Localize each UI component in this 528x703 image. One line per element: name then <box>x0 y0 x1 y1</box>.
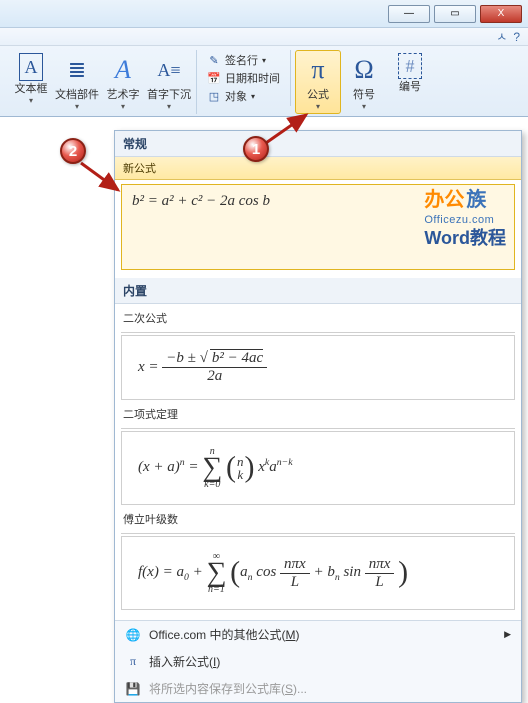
omega-icon: Ω <box>347 53 381 87</box>
quickparts-button[interactable]: ≣ 文档部件 ▾ <box>54 50 100 114</box>
quickparts-label: 文档部件 <box>55 89 99 102</box>
pi-icon: π <box>125 654 141 670</box>
footer-insert-new[interactable]: π 插入新公式(I) <box>115 648 521 675</box>
ribbon-help-row: ㅅ ? <box>0 28 528 46</box>
textbox-icon: A <box>19 53 43 81</box>
window-titlebar: — ▭ X <box>0 0 528 28</box>
symbol-label: 符号 <box>353 89 375 102</box>
chevron-down-icon: ▾ <box>362 102 366 111</box>
calendar-icon: 📅 <box>207 71 221 85</box>
datetime-button[interactable]: 📅 日期和时间 <box>207 70 280 86</box>
globe-icon: 🌐 <box>125 627 141 643</box>
section-binomial-label: 二项式定理 <box>123 406 513 422</box>
watermark-text1b: 族 <box>466 189 486 211</box>
symbol-button[interactable]: Ω 符号 ▾ <box>341 50 387 114</box>
section-quadratic-label: 二次公式 <box>123 310 513 326</box>
textbox-button[interactable]: A 文本框 ▾ <box>8 50 54 114</box>
chevron-down-icon: ▾ <box>121 102 125 111</box>
footer-office-more[interactable]: 🌐 Office.com 中的其他公式(M) ▶ <box>115 621 521 648</box>
callout-2: 2 <box>60 138 86 164</box>
watermark-text3: Word教程 <box>424 229 506 247</box>
callout-2-arrow <box>76 158 126 198</box>
ribbon-group-symbols: π 公式 ▾ Ω 符号 ▾ # 编号 <box>291 50 437 114</box>
watermark-text2: Officezu.com <box>424 211 506 229</box>
wordart-label: 艺术字 <box>107 89 140 102</box>
ribbon-group-textextras: ✎签名行▾ 📅日期和时间 ◳对象▾ <box>197 50 291 106</box>
object-button[interactable]: ◳对象▾ <box>207 88 280 104</box>
window-minimize-button[interactable]: — <box>388 5 430 23</box>
textbox-label: 文本框 <box>15 83 48 96</box>
dropdown-header-general: 常规 <box>115 131 521 157</box>
chevron-down-icon: ▾ <box>167 102 171 111</box>
footer-insert-label: 插入新公式(I) <box>149 653 220 670</box>
object-icon: ◳ <box>207 89 221 103</box>
dropcap-button[interactable]: A≡ 首字下沉 ▾ <box>146 50 192 114</box>
wordart-icon: A <box>106 53 140 87</box>
number-icon: # <box>398 53 422 79</box>
new-equation-item[interactable]: b² = a² + c² − 2a cos b 办公族 Officezu.com… <box>121 184 515 270</box>
footer-save-label: 将所选内容保存到公式库(S)... <box>149 680 307 697</box>
datetime-label: 日期和时间 <box>225 70 280 86</box>
pi-icon: π <box>301 53 335 87</box>
dropcap-label: 首字下沉 <box>147 89 191 102</box>
ribbon-collapse-icon[interactable]: ㅅ <box>496 28 507 45</box>
dropdown-header-builtin: 内置 <box>115 278 521 304</box>
signature-icon: ✎ <box>207 53 221 67</box>
fourier-formula: f(x) = a0 + ∞ ∑ n=1 (an cos nπxL + bn si… <box>138 564 408 580</box>
section-fourier-label: 傅立叶级数 <box>123 511 513 527</box>
window-maximize-button[interactable]: ▭ <box>434 5 476 23</box>
equation-button[interactable]: π 公式 ▾ <box>295 50 341 114</box>
callout-1: 1 <box>243 136 269 162</box>
number-label: 编号 <box>399 81 421 94</box>
equation-dropdown: 常规 新公式 b² = a² + c² − 2a cos b 办公族 Offic… <box>114 130 522 703</box>
save-gallery-icon: 💾 <box>125 681 141 697</box>
signature-label: 签名行 <box>225 52 258 68</box>
quickparts-icon: ≣ <box>60 53 94 87</box>
dropdown-footer: 🌐 Office.com 中的其他公式(M) ▶ π 插入新公式(I) 💾 将所… <box>115 620 521 702</box>
chevron-down-icon: ▾ <box>75 102 79 111</box>
number-button[interactable]: # 编号 <box>387 50 433 114</box>
chevron-down-icon: ▾ <box>29 96 33 105</box>
equation-item-quadratic[interactable]: x = −b ± √b² − 4ac 2a <box>121 335 515 400</box>
equation-item-fourier[interactable]: f(x) = a0 + ∞ ∑ n=1 (an cos nπxL + bn si… <box>121 536 515 610</box>
ribbon-group-text: A 文本框 ▾ ≣ 文档部件 ▾ A 艺术字 ▾ A≡ 首字下沉 ▾ <box>4 50 197 114</box>
dropdown-body: 二次公式 x = −b ± √b² − 4ac 2a 二项式定理 (x + a)… <box>115 310 521 620</box>
wordart-button[interactable]: A 艺术字 ▾ <box>100 50 146 114</box>
watermark-text1a: 办公 <box>424 189 464 211</box>
window-close-button[interactable]: X <box>480 5 522 23</box>
new-equation-formula: b² = a² + c² − 2a cos b <box>132 193 270 209</box>
dropcap-icon: A≡ <box>152 53 186 87</box>
chevron-right-icon: ▶ <box>504 629 511 640</box>
equation-item-binomial[interactable]: (x + a)n = n ∑ k=0 (nk) xkan−k <box>121 431 515 505</box>
ribbon: A 文本框 ▾ ≣ 文档部件 ▾ A 艺术字 ▾ A≡ 首字下沉 ▾ ✎ 签名行 ▾ <box>0 46 528 117</box>
equation-label: 公式 <box>307 89 329 102</box>
signature-line-button[interactable]: ✎签名行▾ <box>207 52 280 68</box>
dropdown-header-neweq: 新公式 <box>115 157 521 180</box>
footer-save-selection: 💾 将所选内容保存到公式库(S)... <box>115 675 521 702</box>
binomial-formula: (x + a)n = n ∑ k=0 (nk) xkan−k <box>138 459 293 475</box>
footer-office-label: Office.com 中的其他公式(M) <box>149 626 299 643</box>
watermark: 办公族 Officezu.com Word教程 <box>424 191 506 247</box>
quadratic-formula: x = −b ± √b² − 4ac 2a <box>138 359 267 375</box>
help-icon[interactable]: ? <box>513 30 520 44</box>
object-label: 对象 <box>225 88 247 104</box>
